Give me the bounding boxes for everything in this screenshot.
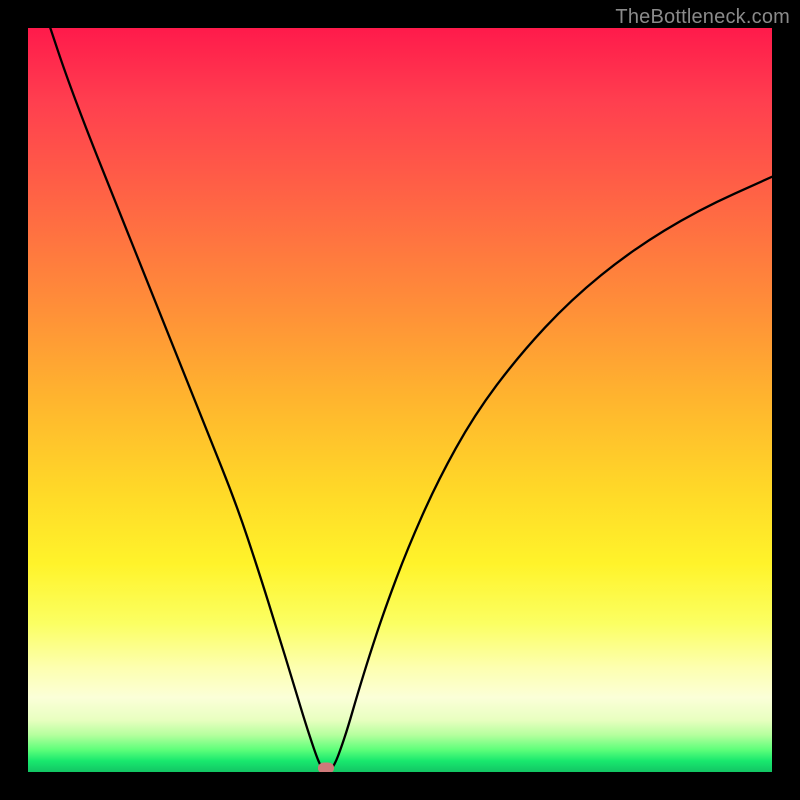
optimal-point-marker <box>318 763 334 772</box>
chart-frame: TheBottleneck.com <box>0 0 800 800</box>
bottleneck-curve <box>28 28 772 772</box>
plot-area <box>28 28 772 772</box>
watermark-text: TheBottleneck.com <box>615 6 790 29</box>
